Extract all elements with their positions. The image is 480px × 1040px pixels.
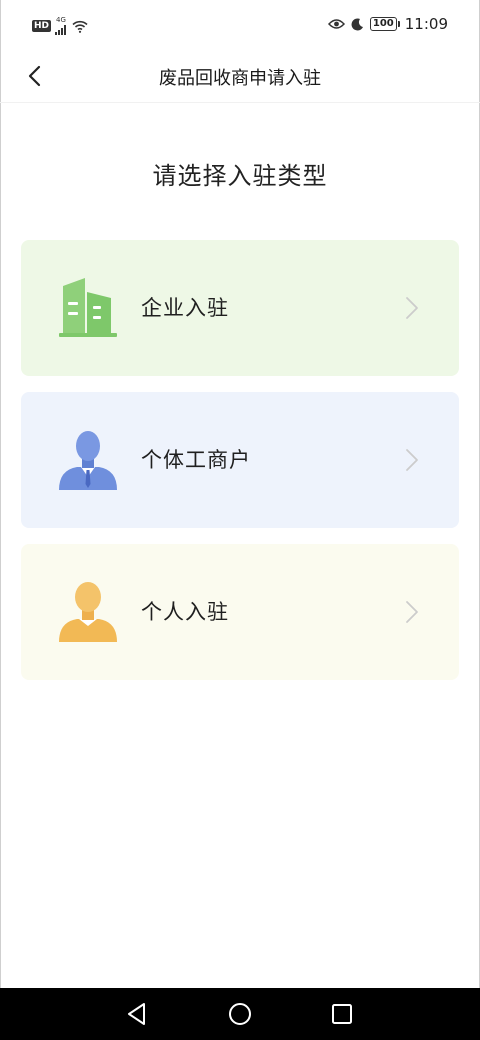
option-sole-proprietor[interactable]: 个体工商户 xyxy=(21,392,459,528)
signal-bars-icon xyxy=(55,25,67,35)
chevron-right-icon xyxy=(406,297,418,319)
hd-badge: HD xyxy=(32,20,52,32)
option-label: 个体工商户 xyxy=(141,448,251,472)
status-bar: HD 4G 100 11:09 xyxy=(0,0,480,52)
section-heading: 请选择入驻类型 xyxy=(152,162,328,190)
status-right: 100 11:09 xyxy=(327,15,448,33)
eye-icon xyxy=(327,19,345,29)
left-edge xyxy=(0,0,1,988)
person-icon xyxy=(59,582,117,642)
option-enterprise[interactable]: 企业入驻 xyxy=(21,240,459,376)
building-icon xyxy=(59,278,117,337)
network-type: 4G xyxy=(56,16,66,24)
businessman-icon xyxy=(59,431,117,490)
option-label: 个人入驻 xyxy=(141,600,229,624)
option-label: 企业入驻 xyxy=(141,296,229,320)
chevron-right-icon xyxy=(406,449,418,471)
wifi-icon xyxy=(72,20,88,33)
status-left: HD 4G xyxy=(32,17,88,35)
moon-icon xyxy=(351,17,363,30)
page-title: 废品回收商申请入驻 xyxy=(159,68,321,89)
nav-back-icon[interactable] xyxy=(124,1001,150,1027)
option-individual[interactable]: 个人入驻 xyxy=(21,544,459,680)
nav-recents-icon[interactable] xyxy=(329,1001,355,1027)
battery-icon: 100 xyxy=(369,17,400,31)
app-header: 废品回收商申请入驻 xyxy=(0,52,480,103)
system-nav-bar xyxy=(0,988,480,1040)
clock: 11:09 xyxy=(404,15,448,33)
chevron-right-icon xyxy=(406,601,418,623)
cellular-signal: 4G xyxy=(55,16,67,35)
nav-home-icon[interactable] xyxy=(227,1001,253,1027)
